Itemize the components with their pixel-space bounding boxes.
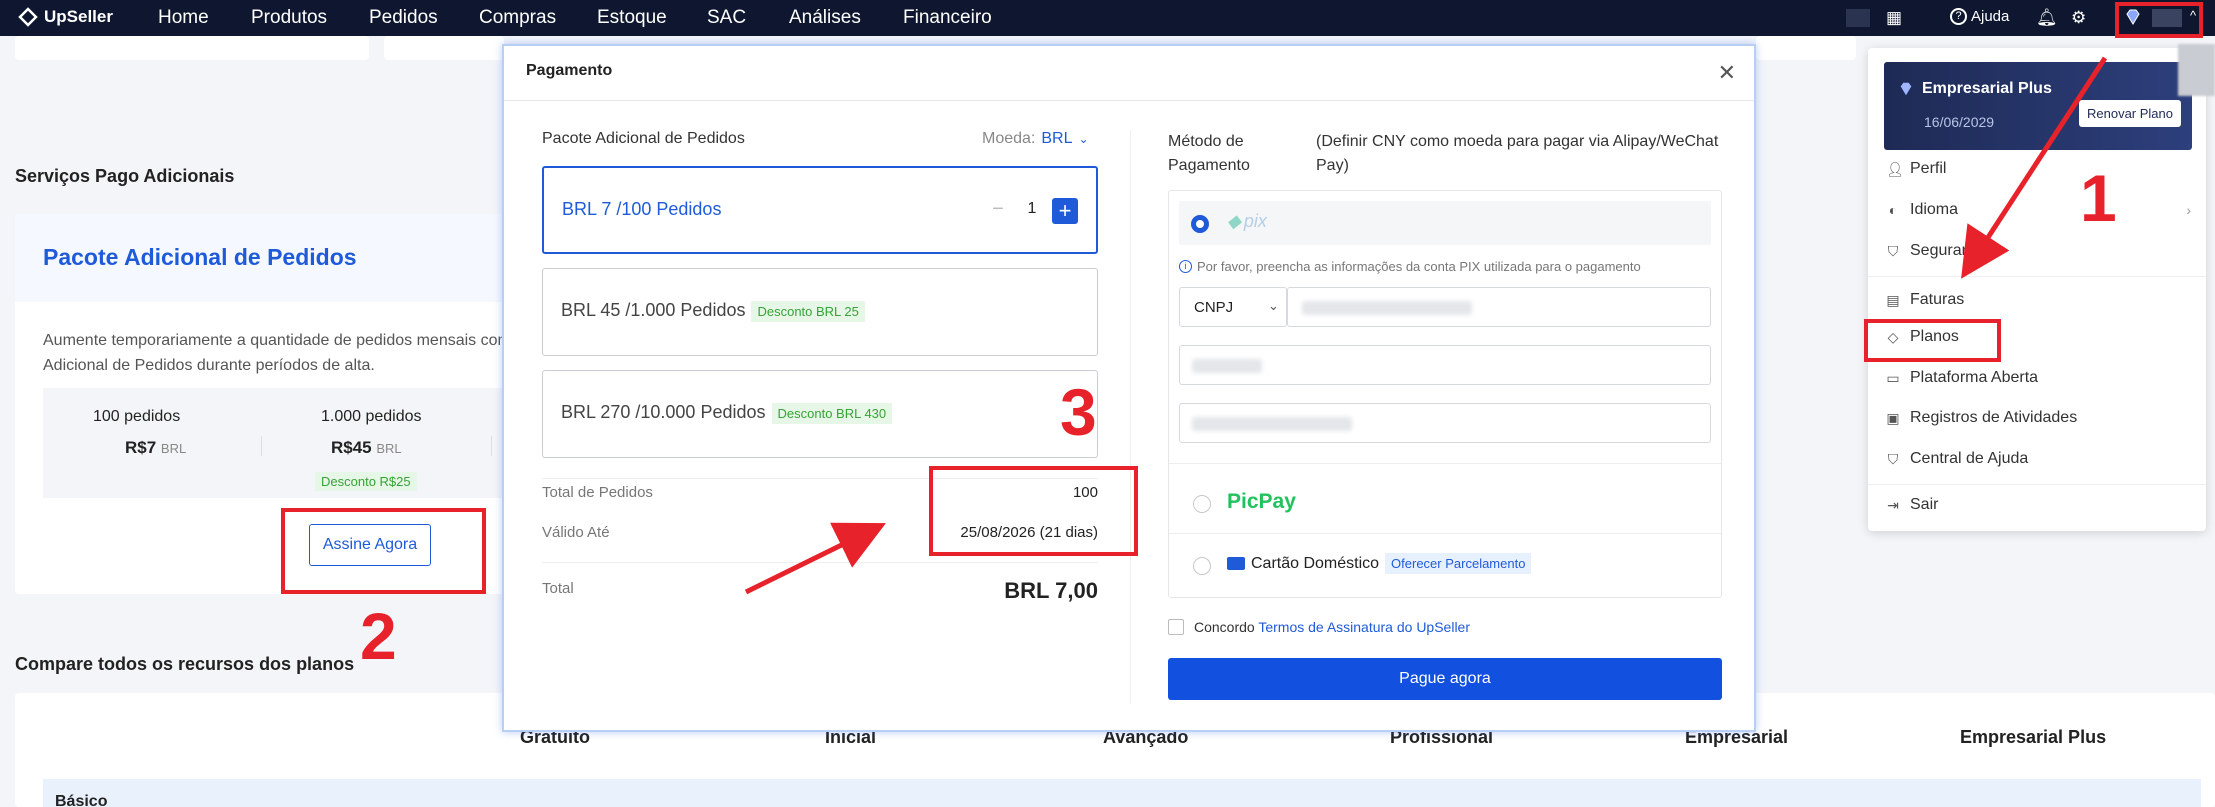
annotation-arrows [744, 56, 2108, 595]
arrow-3 [744, 522, 886, 595]
arrow-1 [1961, 56, 2108, 279]
